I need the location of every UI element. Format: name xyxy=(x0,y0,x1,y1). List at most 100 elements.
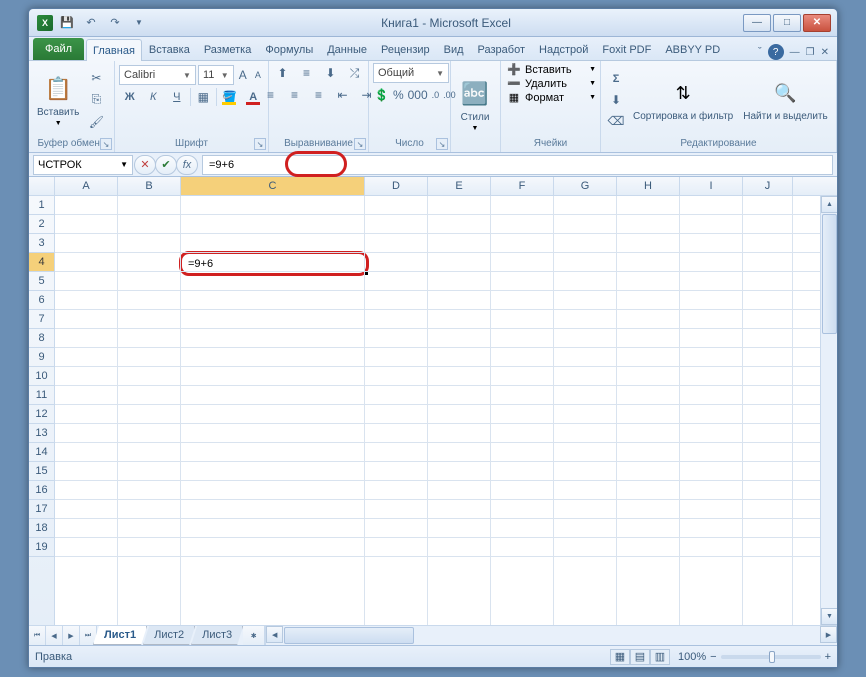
cut-icon[interactable]: ✂ xyxy=(85,68,107,88)
percent-icon[interactable]: % xyxy=(392,85,405,105)
autosum-icon[interactable]: Σ xyxy=(605,69,627,89)
tab-вид[interactable]: Вид xyxy=(437,38,471,60)
column-header[interactable]: A xyxy=(55,177,118,195)
zoom-slider[interactable] xyxy=(721,655,821,659)
ribbon-window-restore-icon[interactable]: ❐ xyxy=(806,47,815,58)
row-header[interactable]: 11 xyxy=(29,386,54,405)
fill-color-icon[interactable]: 🪣 xyxy=(219,87,241,107)
select-all-button[interactable] xyxy=(29,177,55,195)
column-header[interactable]: H xyxy=(617,177,680,195)
column-header[interactable]: F xyxy=(491,177,554,195)
row-header[interactable]: 16 xyxy=(29,481,54,500)
row-header[interactable]: 17 xyxy=(29,500,54,519)
alignment-launcher[interactable]: ↘ xyxy=(354,138,366,150)
row-header[interactable]: 8 xyxy=(29,329,54,348)
column-header[interactable]: C xyxy=(181,177,365,195)
close-button[interactable]: ✕ xyxy=(803,14,831,32)
column-header[interactable]: B xyxy=(118,177,181,195)
undo-icon[interactable]: ↶ xyxy=(81,13,101,33)
align-top-icon[interactable]: ⬆ xyxy=(272,63,294,83)
align-middle-icon[interactable]: ≡ xyxy=(296,63,318,83)
redo-icon[interactable]: ↷ xyxy=(105,13,125,33)
tab-file[interactable]: Файл xyxy=(33,38,84,60)
number-launcher[interactable]: ↘ xyxy=(436,138,448,150)
indent-decrease-icon[interactable]: ⇤ xyxy=(332,85,354,105)
formula-input[interactable]: =9+6 xyxy=(202,155,833,175)
cancel-formula-icon[interactable]: ✕ xyxy=(134,155,156,175)
clear-icon[interactable]: ⌫ xyxy=(605,111,627,131)
grow-font-icon[interactable]: A xyxy=(236,65,250,85)
sheet-tab[interactable]: Лист2 xyxy=(143,626,195,645)
delete-cells-button[interactable]: ➖Удалить▼ xyxy=(505,77,596,90)
chevron-down-icon[interactable]: ▼ xyxy=(120,160,128,169)
scroll-down-icon[interactable]: ▼ xyxy=(821,608,837,625)
zoom-value[interactable]: 100% xyxy=(678,651,706,663)
qat-dropdown-icon[interactable]: ▼ xyxy=(129,13,149,33)
zoom-in-icon[interactable]: + xyxy=(825,651,831,663)
minimize-button[interactable]: — xyxy=(743,14,771,32)
orientation-icon[interactable]: ⤮ xyxy=(344,63,366,83)
styles-button[interactable]: 🔤 Стили ▼ xyxy=(455,76,495,134)
align-center-icon[interactable]: ≡ xyxy=(284,85,306,105)
currency-icon[interactable]: 💲 xyxy=(373,85,390,105)
row-header[interactable]: 5 xyxy=(29,272,54,291)
tab-надстрой[interactable]: Надстрой xyxy=(532,38,595,60)
vertical-scrollbar[interactable]: ▲ ▼ xyxy=(820,196,837,625)
row-header[interactable]: 7 xyxy=(29,310,54,329)
row-header[interactable]: 14 xyxy=(29,443,54,462)
align-right-icon[interactable]: ≡ xyxy=(308,85,330,105)
align-left-icon[interactable]: ≡ xyxy=(260,85,282,105)
font-launcher[interactable]: ↘ xyxy=(254,138,266,150)
sheet-nav-next-icon[interactable]: ▶ xyxy=(63,626,80,645)
row-header[interactable]: 6 xyxy=(29,291,54,310)
insert-cells-button[interactable]: ➕Вставить▼ xyxy=(505,63,596,76)
active-cell[interactable]: =9+6 xyxy=(179,251,369,276)
increase-decimal-icon[interactable]: .0 xyxy=(431,85,441,105)
row-header[interactable]: 4 xyxy=(29,253,54,272)
row-header[interactable]: 18 xyxy=(29,519,54,538)
row-header[interactable]: 2 xyxy=(29,215,54,234)
scroll-right-icon[interactable]: ▶ xyxy=(820,626,837,643)
clipboard-launcher[interactable]: ↘ xyxy=(100,138,112,150)
row-header[interactable]: 19 xyxy=(29,538,54,557)
hscroll-thumb[interactable] xyxy=(284,627,414,644)
page-layout-view-icon[interactable]: ▤ xyxy=(630,649,650,665)
zoom-knob[interactable] xyxy=(769,651,775,663)
sort-filter-button[interactable]: ⇅ Сортировка и фильтр xyxy=(629,75,737,124)
column-header[interactable]: D xyxy=(365,177,428,195)
bold-icon[interactable]: Ж xyxy=(119,87,141,107)
row-header[interactable]: 3 xyxy=(29,234,54,253)
column-header[interactable]: E xyxy=(428,177,491,195)
page-break-view-icon[interactable]: ▥ xyxy=(650,649,670,665)
normal-view-icon[interactable]: ▦ xyxy=(610,649,630,665)
row-header[interactable]: 12 xyxy=(29,405,54,424)
tab-foxit pdf[interactable]: Foxit PDF xyxy=(595,38,658,60)
column-header[interactable]: I xyxy=(680,177,743,195)
tab-разметка[interactable]: Разметка xyxy=(197,38,259,60)
row-header[interactable]: 15 xyxy=(29,462,54,481)
comma-icon[interactable]: 000 xyxy=(407,85,429,105)
sheet-nav-prev-icon[interactable]: ◀ xyxy=(46,626,63,645)
paste-button[interactable]: 📋 Вставить ▼ xyxy=(33,71,83,129)
underline-icon[interactable]: Ч xyxy=(166,87,188,107)
font-size-combo[interactable]: 11▼ xyxy=(198,65,234,85)
format-cells-button[interactable]: ▦Формат▼ xyxy=(505,91,596,104)
new-sheet-icon[interactable]: ✱ xyxy=(243,626,265,645)
save-icon[interactable]: 💾 xyxy=(57,13,77,33)
row-header[interactable]: 9 xyxy=(29,348,54,367)
sheet-tab[interactable]: Лист3 xyxy=(191,626,243,645)
minimize-ribbon-icon[interactable]: ˇ xyxy=(758,46,762,58)
ribbon-window-close-icon[interactable]: ✕ xyxy=(821,47,829,58)
borders-icon[interactable]: ▦ xyxy=(193,87,215,107)
ribbon-window-minimize-icon[interactable]: — xyxy=(790,47,800,58)
horizontal-scrollbar[interactable]: ◀ ▶ xyxy=(265,626,837,645)
insert-function-icon[interactable]: fx xyxy=(176,155,198,175)
find-select-button[interactable]: 🔍 Найти и выделить xyxy=(739,75,831,124)
grid[interactable]: =9+6 xyxy=(55,196,837,625)
scroll-up-icon[interactable]: ▲ xyxy=(821,196,837,213)
fill-icon[interactable]: ⬇ xyxy=(605,90,627,110)
tab-формулы[interactable]: Формулы xyxy=(258,38,320,60)
column-header[interactable]: J xyxy=(743,177,793,195)
format-painter-icon[interactable]: 🖌 xyxy=(85,112,107,132)
row-header[interactable]: 10 xyxy=(29,367,54,386)
